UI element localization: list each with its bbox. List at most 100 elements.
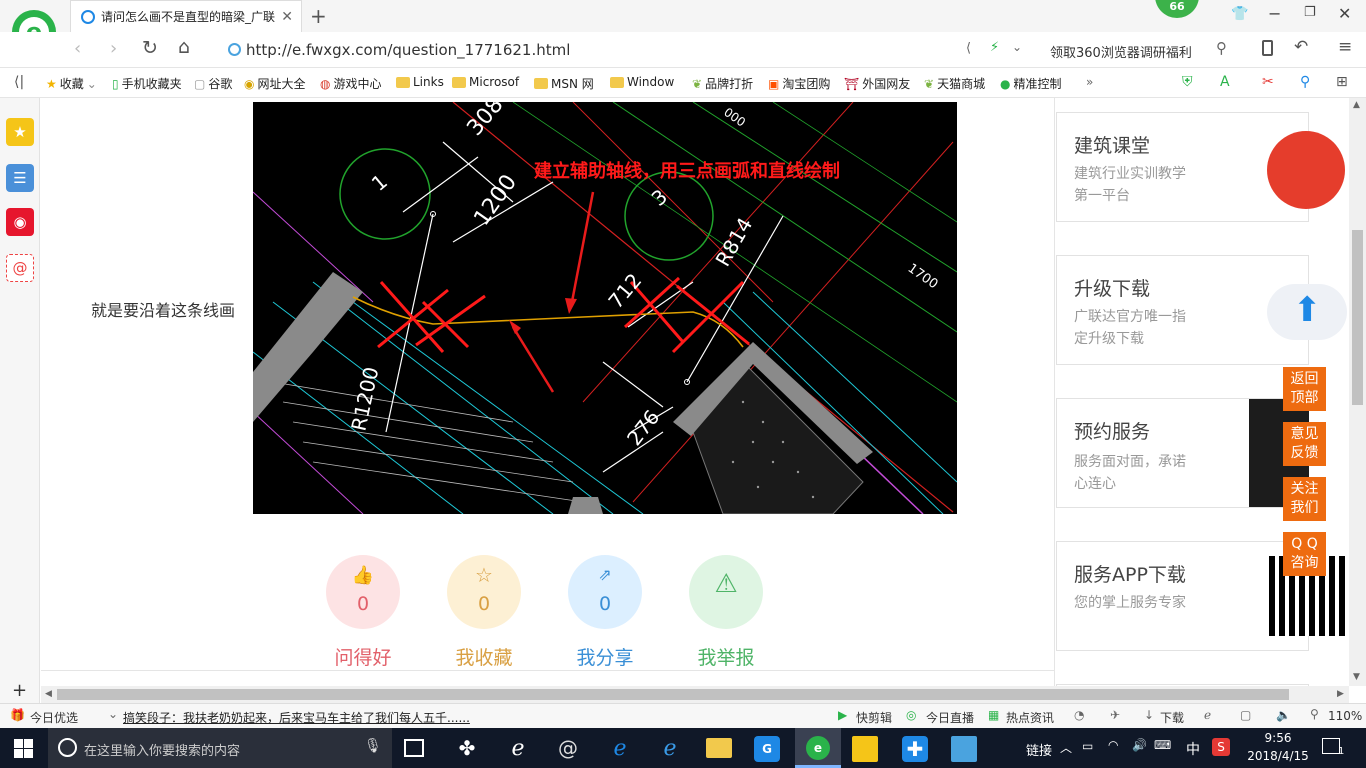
action-like[interactable]: 👍 0 问得好	[325, 555, 401, 670]
speed-icon[interactable]: ⚡	[990, 40, 999, 55]
vertical-scrollbar[interactable]: ▲ ▼	[1349, 98, 1366, 686]
speed-status-icon[interactable]: ◔	[1074, 708, 1084, 722]
file-explorer-icon[interactable]	[706, 738, 732, 758]
active-browser-task[interactable]: e	[795, 728, 841, 768]
scroll-left-arrow[interactable]: ◀	[45, 689, 52, 699]
magnifier-icon[interactable]: ⚲	[1300, 74, 1310, 90]
horizontal-scrollbar[interactable]: ◀ ▶	[41, 686, 1349, 703]
qq-consult-button[interactable]: Q Q 咨询	[1283, 532, 1326, 576]
favorites-star-icon[interactable]: ★	[6, 118, 34, 146]
mail-icon[interactable]: @	[6, 254, 34, 282]
sound-icon[interactable]: 🔈	[1276, 708, 1291, 722]
ie-mode-icon[interactable]: ℯ	[1204, 708, 1211, 722]
clock-time[interactable]: 9:56	[1256, 731, 1300, 745]
undo-icon[interactable]: ↶	[1294, 37, 1308, 57]
bookmark-brand[interactable]: ❦ 品牌打折	[692, 75, 753, 92]
fan-app-icon[interactable]: ✤	[454, 736, 480, 762]
bookmark-sites[interactable]: ◉ 网址大全	[244, 75, 306, 92]
add-sidebar-icon[interactable]: +	[12, 680, 27, 701]
chevron-down-icon[interactable]: ⌄	[108, 707, 118, 721]
new-tab-button[interactable]: +	[310, 4, 327, 28]
back-icon[interactable]: ‹	[74, 38, 81, 59]
user-badge[interactable]: 66	[1155, 0, 1199, 18]
url-input[interactable]: http://e.fwxgx.com/question_1771621.html	[246, 41, 570, 59]
tab-active[interactable]: 请问怎么画不是直型的暗梁_广联 ✕	[70, 0, 302, 32]
hscroll-thumb[interactable]	[57, 689, 1289, 700]
sogou-icon[interactable]: S	[1212, 738, 1230, 756]
download-link[interactable]: 下载	[1160, 709, 1184, 726]
photo-app-icon[interactable]	[951, 736, 977, 762]
bookmark-microsoft[interactable]: Microsof	[452, 75, 519, 89]
shield-icon[interactable]: ⛨	[1182, 74, 1193, 90]
bookmark-games[interactable]: ◍ 游戏中心	[320, 75, 382, 92]
link-toolbar[interactable]: 链接	[1026, 740, 1052, 759]
report-circle[interactable]: ⚠	[689, 555, 763, 629]
tray-chevron-icon[interactable]: ︿	[1060, 739, 1072, 756]
bookmark-tmall[interactable]: ❦ 天猫商城	[924, 75, 985, 92]
like-circle[interactable]: 👍 0	[326, 555, 400, 629]
zoom-level[interactable]: 110%	[1328, 709, 1362, 723]
chevron-down-icon[interactable]: ⌄	[1012, 40, 1022, 54]
card-upgrade-download[interactable]: 升级下载 广联达官方唯一指定升级下载 ⬆	[1056, 255, 1347, 365]
weibo-icon[interactable]: ◉	[6, 208, 34, 236]
mobile-icon[interactable]	[1262, 40, 1273, 56]
grid-icon[interactable]: ⊞	[1336, 74, 1348, 90]
forward-icon[interactable]: ›	[110, 38, 117, 59]
bookmark-favorites[interactable]: ★ 收藏 ⌄	[46, 75, 97, 92]
notes-icon[interactable]: ☰	[6, 164, 34, 192]
more-bookmarks-icon[interactable]: »	[1086, 75, 1093, 89]
action-favorite[interactable]: ☆ 0 我收藏	[446, 555, 522, 670]
zoom-icon[interactable]: ⚲	[1310, 707, 1319, 721]
share-icon[interactable]: ⟨	[966, 41, 971, 56]
card-appointment[interactable]: 预约服务 服务面对面，承诺心连心	[1056, 398, 1309, 508]
scroll-thumb[interactable]	[1352, 230, 1363, 405]
live-stream[interactable]: 今日直播	[926, 709, 974, 726]
card-app-download[interactable]: 服务APP下载 您的掌上服务专家	[1056, 541, 1349, 651]
quick-edit[interactable]: 快剪辑	[856, 709, 892, 726]
swirl-app-icon[interactable]: @	[555, 736, 581, 762]
notes-app-icon[interactable]	[852, 736, 878, 762]
window-icon[interactable]: ▢	[1240, 708, 1251, 722]
maximize-button[interactable]: ❐	[1304, 5, 1316, 20]
ime-indicator[interactable]: 中	[1186, 739, 1200, 759]
bookmark-mobile[interactable]: ▯ 手机收藏夹	[112, 75, 182, 92]
wifi-icon[interactable]: ◠	[1108, 738, 1118, 752]
follow-us-button[interactable]: 关注 我们	[1283, 477, 1326, 521]
start-windows-icon[interactable]	[14, 739, 33, 758]
bookmark-links[interactable]: Links	[396, 75, 444, 89]
scissors-icon[interactable]: ✂	[1262, 74, 1274, 90]
question-image[interactable]: 建立辅助轴线，用三点画弧和直线绘制 308 1200 712 R814 R120…	[253, 102, 957, 514]
edge-icon[interactable]: ℯ	[607, 736, 633, 762]
skin-icon[interactable]: 👕	[1231, 6, 1248, 22]
tab-close-icon[interactable]: ✕	[281, 9, 301, 25]
promo-link[interactable]: 领取360浏览器调研福利	[1050, 42, 1192, 61]
action-report[interactable]: ⚠ 我举报	[688, 555, 764, 670]
bookmark-precise[interactable]: ● 精准控制	[1000, 75, 1062, 92]
action-share[interactable]: ⇗ 0 我分享	[567, 555, 643, 670]
volume-icon[interactable]: 🔊	[1132, 738, 1147, 752]
battery-icon[interactable]: ▭	[1082, 739, 1093, 753]
scroll-up-arrow[interactable]: ▲	[1353, 100, 1360, 110]
back-to-top-button[interactable]: 返回 顶部	[1283, 367, 1326, 411]
bookmark-foreign[interactable]: ⛩ 外国网友	[844, 75, 910, 92]
today-picks[interactable]: 今日优选	[30, 709, 78, 726]
ie-icon-1[interactable]: ℯ	[505, 736, 531, 762]
minimize-button[interactable]: −	[1268, 4, 1281, 23]
bookmark-google[interactable]: ▢ 谷歌	[194, 75, 232, 92]
scroll-right-arrow[interactable]: ▶	[1337, 689, 1344, 699]
menu-icon[interactable]: ≡	[1338, 37, 1352, 57]
scroll-down-arrow[interactable]: ▼	[1353, 672, 1360, 682]
microphone-icon[interactable]: 🎙	[364, 738, 382, 754]
bookmark-msn[interactable]: MSN 网	[534, 75, 594, 92]
pin-icon[interactable]: ✈	[1110, 708, 1120, 722]
feedback-button[interactable]: 意见 反馈	[1283, 422, 1326, 466]
taskbar-search[interactable]: 在这里输入你要搜索的内容 🎙	[48, 728, 392, 768]
bookmark-windows[interactable]: Window	[610, 75, 674, 89]
keyboard-icon[interactable]: ⌨	[1154, 738, 1171, 752]
share-circle[interactable]: ⇗ 0	[568, 555, 642, 629]
home-icon[interactable]: ⌂	[178, 36, 190, 58]
close-window-button[interactable]: ✕	[1338, 4, 1351, 23]
card-building-class[interactable]: 建筑课堂 建筑行业实训教学第一平台	[1056, 112, 1345, 222]
clock-date[interactable]: 2018/4/15	[1246, 749, 1310, 763]
translate-icon[interactable]: A	[1220, 74, 1230, 90]
